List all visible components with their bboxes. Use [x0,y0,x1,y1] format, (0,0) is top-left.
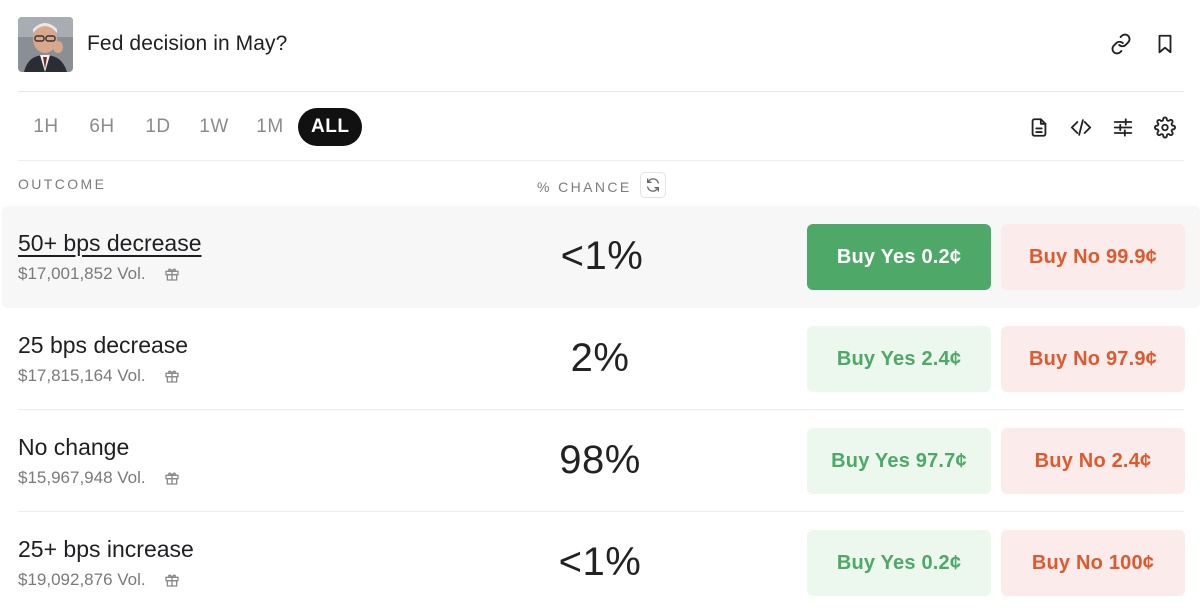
outcome-chance: <1% [560,234,644,278]
document-icon[interactable] [1028,116,1050,138]
buy-no-button[interactable]: Buy No 99.9¢ [1001,224,1185,290]
volume-text: $17,001,852 Vol. [18,264,146,283]
gift-icon[interactable] [164,266,180,282]
outcome-row[interactable]: 50+ bps decrease $17,001,852 Vol. <1% Bu… [2,206,1200,308]
tab-1d[interactable]: 1D [130,108,186,146]
header-divider [18,91,1184,92]
buy-yes-button[interactable]: Buy Yes 2.4¢ [807,326,991,392]
sliders-icon[interactable] [1112,116,1134,138]
toolbar-divider [18,160,1184,161]
outcome-volume: $15,967,948 Vol. [18,468,180,488]
outcome-name[interactable]: 25 bps decrease [18,332,188,359]
outcome-chance: 2% [570,336,630,380]
chance-column-header: % CHANCE [537,172,666,198]
gear-icon[interactable] [1154,116,1176,138]
outcome-row[interactable]: No change $15,967,948 Vol. 98% Buy Yes 9… [0,410,1200,512]
link-icon[interactable] [1110,33,1132,55]
gift-icon[interactable] [164,368,180,384]
outcome-row[interactable]: 25 bps decrease $17,815,164 Vol. 2% Buy … [0,308,1200,410]
outcome-chance: <1% [558,540,642,584]
market-avatar [18,16,73,72]
bookmark-icon[interactable] [1154,33,1176,55]
outcome-volume: $17,001,852 Vol. [18,264,180,284]
buy-yes-button[interactable]: Buy Yes 0.2¢ [807,224,991,290]
outcome-name[interactable]: 50+ bps decrease [18,230,202,257]
volume-text: $15,967,948 Vol. [18,468,146,487]
outcome-name[interactable]: 25+ bps increase [18,536,194,563]
tab-6h[interactable]: 6H [74,108,130,146]
outcome-chance: 98% [559,438,641,482]
tab-1w[interactable]: 1W [186,108,242,146]
tab-all[interactable]: ALL [298,108,363,146]
chance-column-label: % CHANCE [537,179,632,195]
volume-text: $19,092,876 Vol. [18,570,146,589]
outcome-column-header: OUTCOME [18,176,107,192]
outcome-volume: $19,092,876 Vol. [18,570,180,590]
buy-yes-button[interactable]: Buy Yes 97.7¢ [807,428,991,494]
buy-no-button[interactable]: Buy No 97.9¢ [1001,326,1185,392]
tab-1m[interactable]: 1M [242,108,298,146]
outcome-name[interactable]: No change [18,434,129,461]
market-header: Fed decision in May? [18,16,1184,72]
market-title: Fed decision in May? [87,32,288,55]
buy-no-button[interactable]: Buy No 2.4¢ [1001,428,1185,494]
buy-yes-button[interactable]: Buy Yes 0.2¢ [807,530,991,596]
chart-toolbar: 1H 6H 1D 1W 1M ALL [18,108,1184,146]
time-range-tabs: 1H 6H 1D 1W 1M ALL [18,108,363,146]
outcome-row[interactable]: 25+ bps increase $19,092,876 Vol. <1% Bu… [0,512,1200,614]
buy-no-button[interactable]: Buy No 100¢ [1001,530,1185,596]
outcome-volume: $17,815,164 Vol. [18,366,180,386]
volume-text: $17,815,164 Vol. [18,366,146,385]
gift-icon[interactable] [164,572,180,588]
outcome-list: 50+ bps decrease $17,001,852 Vol. <1% Bu… [0,206,1200,614]
refresh-icon[interactable] [639,172,666,198]
gift-icon[interactable] [164,470,180,486]
tab-1h[interactable]: 1H [18,108,74,146]
code-icon[interactable] [1070,116,1092,138]
